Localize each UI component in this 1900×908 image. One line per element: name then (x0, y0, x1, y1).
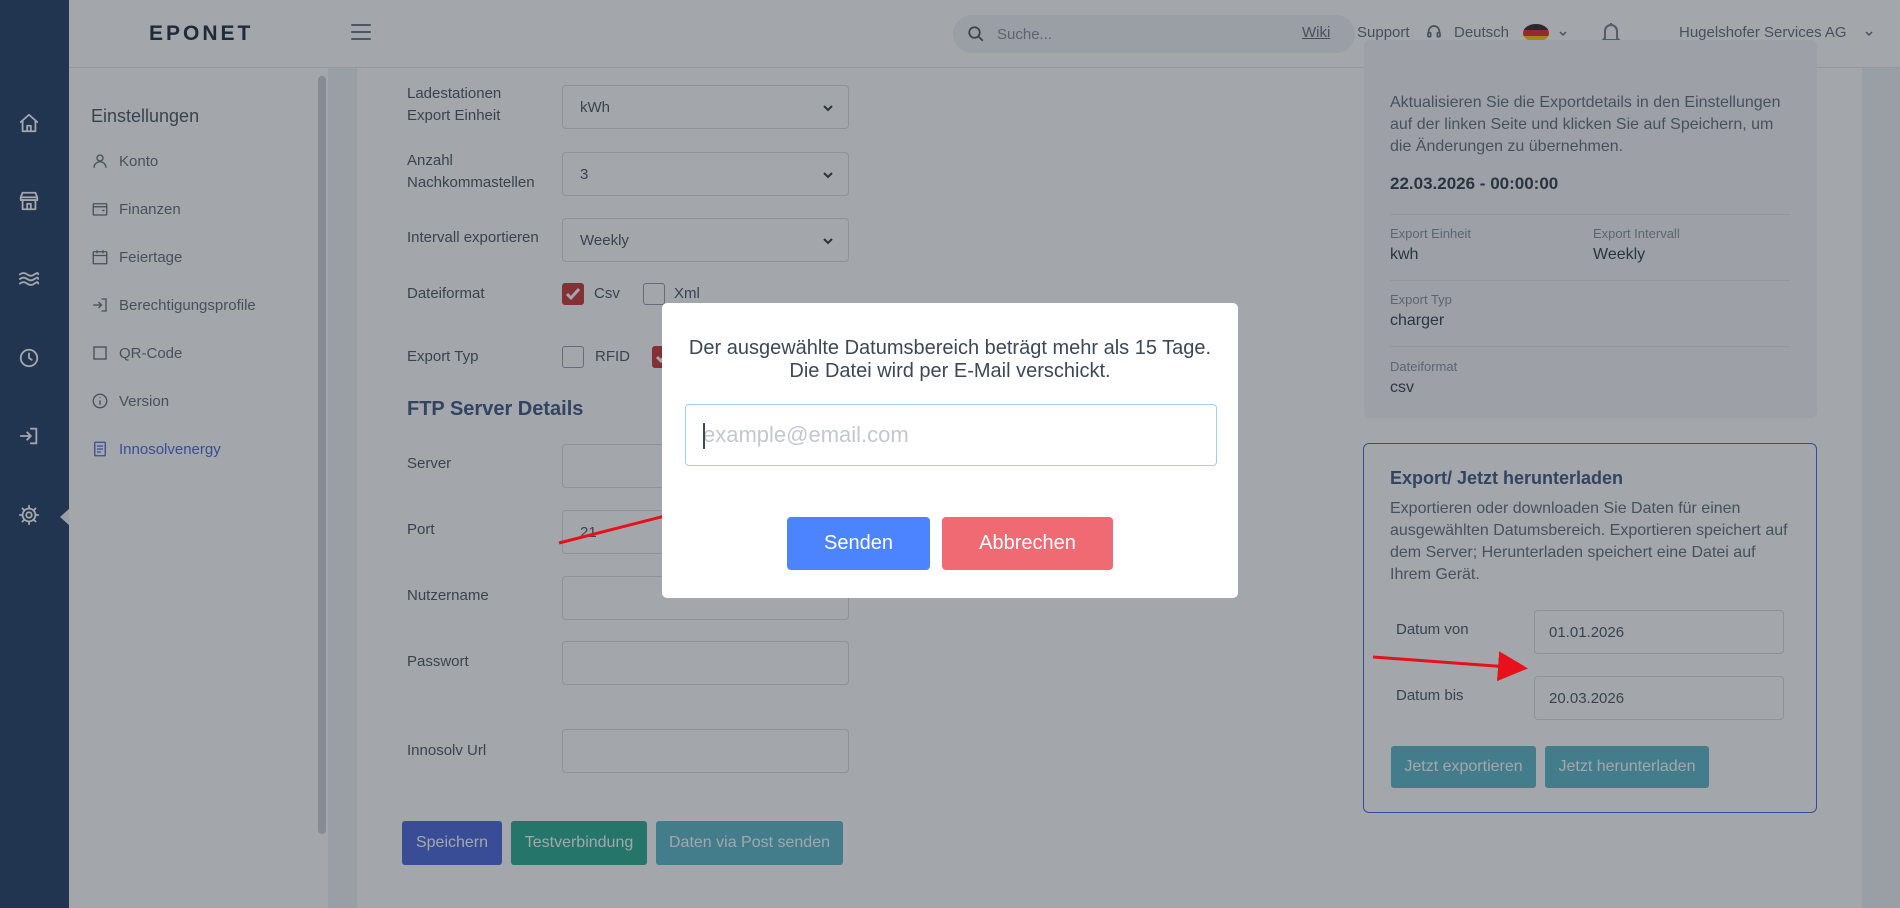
email-input[interactable] (685, 404, 1217, 466)
cancel-button[interactable]: Abbrechen (942, 517, 1113, 570)
arrow-to-date-range (1372, 651, 1528, 682)
modal-message: Der ausgewählte Datumsbereich beträgt me… (688, 337, 1212, 382)
send-button[interactable]: Senden (787, 517, 930, 570)
email-modal: Der ausgewählte Datumsbereich beträgt me… (662, 303, 1238, 598)
text-caret (703, 423, 705, 449)
